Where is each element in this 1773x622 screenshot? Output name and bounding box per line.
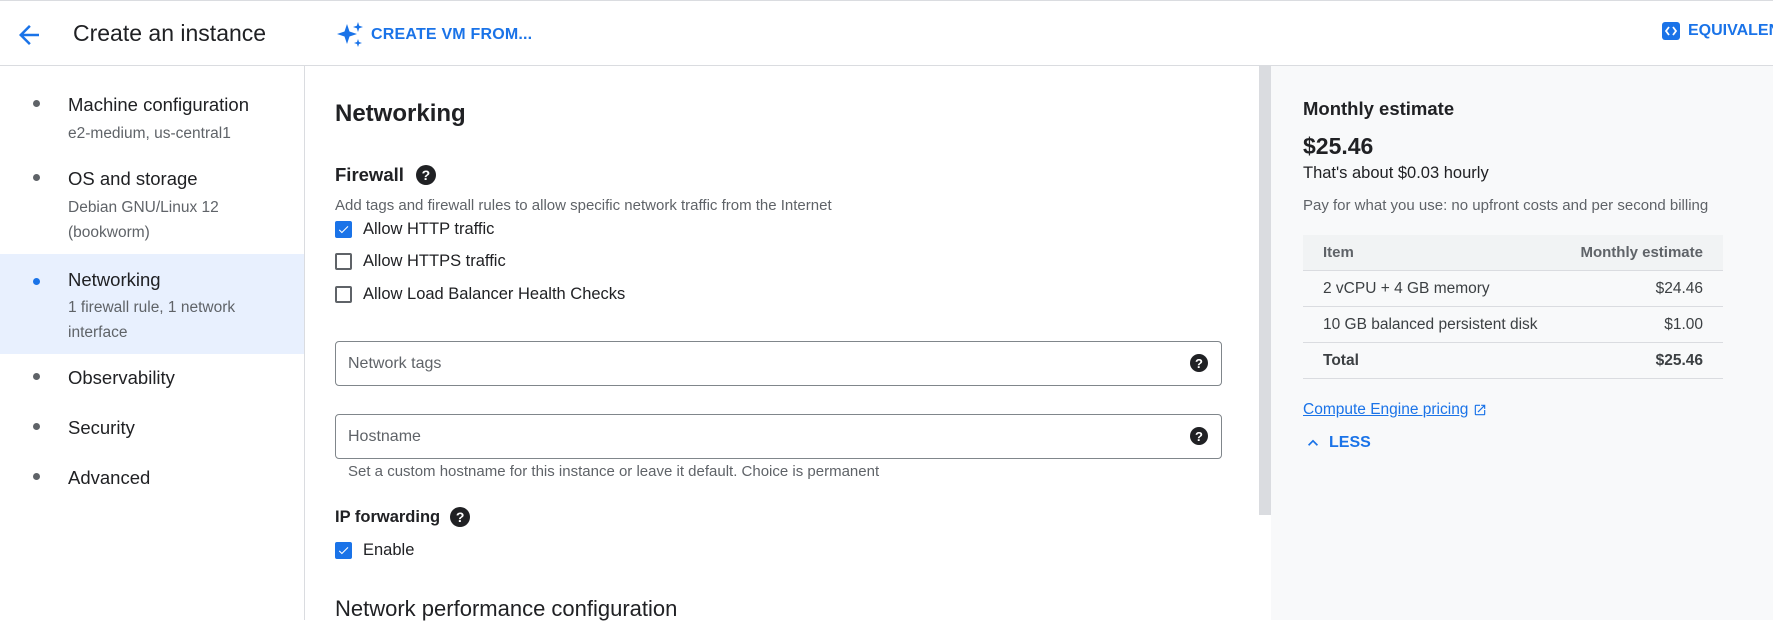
page-title: Create an instance: [73, 20, 267, 46]
chevron-up-icon: [1303, 433, 1323, 453]
checkbox-unchecked-icon[interactable]: [335, 286, 352, 303]
sidebar-item-summary: Debian GNU/Linux 12 (bookworm): [68, 199, 219, 241]
bullet-icon: [33, 373, 40, 380]
ip-forwarding-label: IP forwarding: [335, 507, 441, 526]
network-performance-heading: Network performance configuration: [335, 596, 678, 621]
column-header-item: Item: [1303, 235, 1560, 271]
sidebar-item-label: Observability: [68, 367, 175, 388]
equivalent-label: EQUIVALEN: [1688, 22, 1773, 39]
firewall-heading: Firewall ?: [335, 164, 436, 186]
sidebar-item-label: Machine configuration: [68, 94, 249, 115]
sidebar-item-label: Advanced: [68, 467, 151, 488]
checkbox-unchecked-icon[interactable]: [335, 253, 352, 270]
sidebar-item-machine-configuration[interactable]: Machine configuration e2-medium, us-cent…: [0, 88, 304, 160]
estimate-note: Pay for what you use: no upfront costs a…: [1303, 197, 1709, 214]
checkbox-checked-icon[interactable]: [335, 542, 352, 559]
hostname-field[interactable]: ?: [335, 414, 1222, 459]
create-vm-from-button[interactable]: CREATE VM FROM...: [335, 20, 532, 50]
help-icon[interactable]: ?: [1190, 354, 1208, 372]
sidebar-item-os-and-storage[interactable]: OS and storage Debian GNU/Linux 12 (book…: [0, 162, 304, 254]
checkbox-checked-icon[interactable]: [335, 221, 352, 238]
network-tags-input[interactable]: [348, 342, 1168, 385]
cost-cell: $1.00: [1559, 306, 1723, 343]
estimate-hourly: That's about $0.03 hourly: [1303, 164, 1489, 182]
estimate-title: Monthly estimate: [1303, 98, 1455, 119]
checkbox-label: Allow Load Balancer Health Checks: [363, 285, 626, 303]
sidebar-item-observability[interactable]: Observability: [0, 356, 304, 402]
compute-engine-pricing-link[interactable]: Compute Engine pricing: [1303, 401, 1487, 419]
sparkle-icon: [335, 20, 365, 50]
less-label: LESS: [1329, 434, 1371, 451]
open-in-new-icon: [1473, 403, 1487, 417]
help-icon[interactable]: ?: [415, 165, 436, 185]
estimate-price: $25.46: [1303, 133, 1374, 159]
item-cell: 10 GB balanced persistent disk: [1303, 306, 1560, 343]
sidebar-item-summary: e2-medium, us-central1: [68, 125, 231, 142]
bullet-icon: [33, 423, 40, 430]
total-row: Total $25.46: [1303, 342, 1723, 379]
allow-lb-health-checks-checkbox[interactable]: Allow Load Balancer Health Checks: [335, 285, 625, 304]
back-arrow-icon[interactable]: [14, 20, 44, 50]
checkbox-label: Allow HTTPS traffic: [363, 252, 506, 270]
total-cost: $25.46: [1559, 342, 1723, 379]
sidebar-item-label: Security: [68, 417, 135, 438]
column-header-monthly-estimate: Monthly estimate: [1559, 235, 1723, 271]
checkbox-label: Allow HTTP traffic: [363, 220, 495, 238]
table-row: 10 GB balanced persistent disk $1.00: [1303, 306, 1723, 343]
help-icon[interactable]: ?: [450, 507, 471, 527]
sidebar-item-label: Networking: [68, 269, 161, 290]
code-icon: [1662, 22, 1680, 40]
scrollbar[interactable]: [1259, 66, 1271, 515]
sidebar-item-summary: 1 firewall rule, 1 network interface: [68, 299, 236, 341]
sidebar-item-security[interactable]: Security: [0, 406, 304, 452]
network-tags-field[interactable]: ?: [335, 341, 1222, 386]
bullet-icon: [33, 174, 40, 181]
total-label: Total: [1303, 342, 1560, 379]
hostname-hint: Set a custom hostname for this instance …: [348, 463, 880, 480]
table-row: 2 vCPU + 4 GB memory $24.46: [1303, 270, 1723, 307]
ip-forwarding-enable-checkbox[interactable]: Enable: [335, 541, 414, 560]
help-icon[interactable]: ?: [1190, 427, 1208, 445]
sidebar-item-networking[interactable]: Networking 1 firewall rule, 1 network in…: [0, 254, 304, 354]
equivalent-code-button[interactable]: EQUIVALEN: [1662, 22, 1773, 40]
cost-cell: $24.46: [1559, 270, 1723, 307]
item-cell: 2 vCPU + 4 GB memory: [1303, 270, 1560, 307]
estimate-table: Item Monthly estimate 2 vCPU + 4 GB memo…: [1303, 235, 1723, 379]
section-nav: Machine configuration e2-medium, us-cent…: [0, 66, 305, 620]
less-toggle-button[interactable]: LESS: [1303, 433, 1371, 453]
bullet-icon: [33, 473, 40, 480]
pricing-link-label: Compute Engine pricing: [1303, 401, 1469, 418]
firewall-heading-label: Firewall: [335, 164, 404, 185]
firewall-description: Add tags and firewall rules to allow spe…: [335, 197, 832, 214]
ip-forwarding-heading: IP forwarding ?: [335, 507, 471, 527]
create-vm-from-label: CREATE VM FROM...: [371, 26, 533, 43]
sidebar-item-label: OS and storage: [68, 168, 198, 189]
hostname-input[interactable]: [348, 415, 1168, 458]
bullet-icon: [33, 278, 40, 285]
checkbox-label: Enable: [363, 541, 415, 559]
bullet-icon: [33, 100, 40, 107]
networking-heading: Networking: [335, 100, 466, 127]
table-header-row: Item Monthly estimate: [1303, 235, 1723, 271]
allow-https-checkbox[interactable]: Allow HTTPS traffic: [335, 252, 506, 271]
sidebar-item-advanced[interactable]: Advanced: [0, 456, 304, 502]
allow-http-checkbox[interactable]: Allow HTTP traffic: [335, 220, 494, 239]
